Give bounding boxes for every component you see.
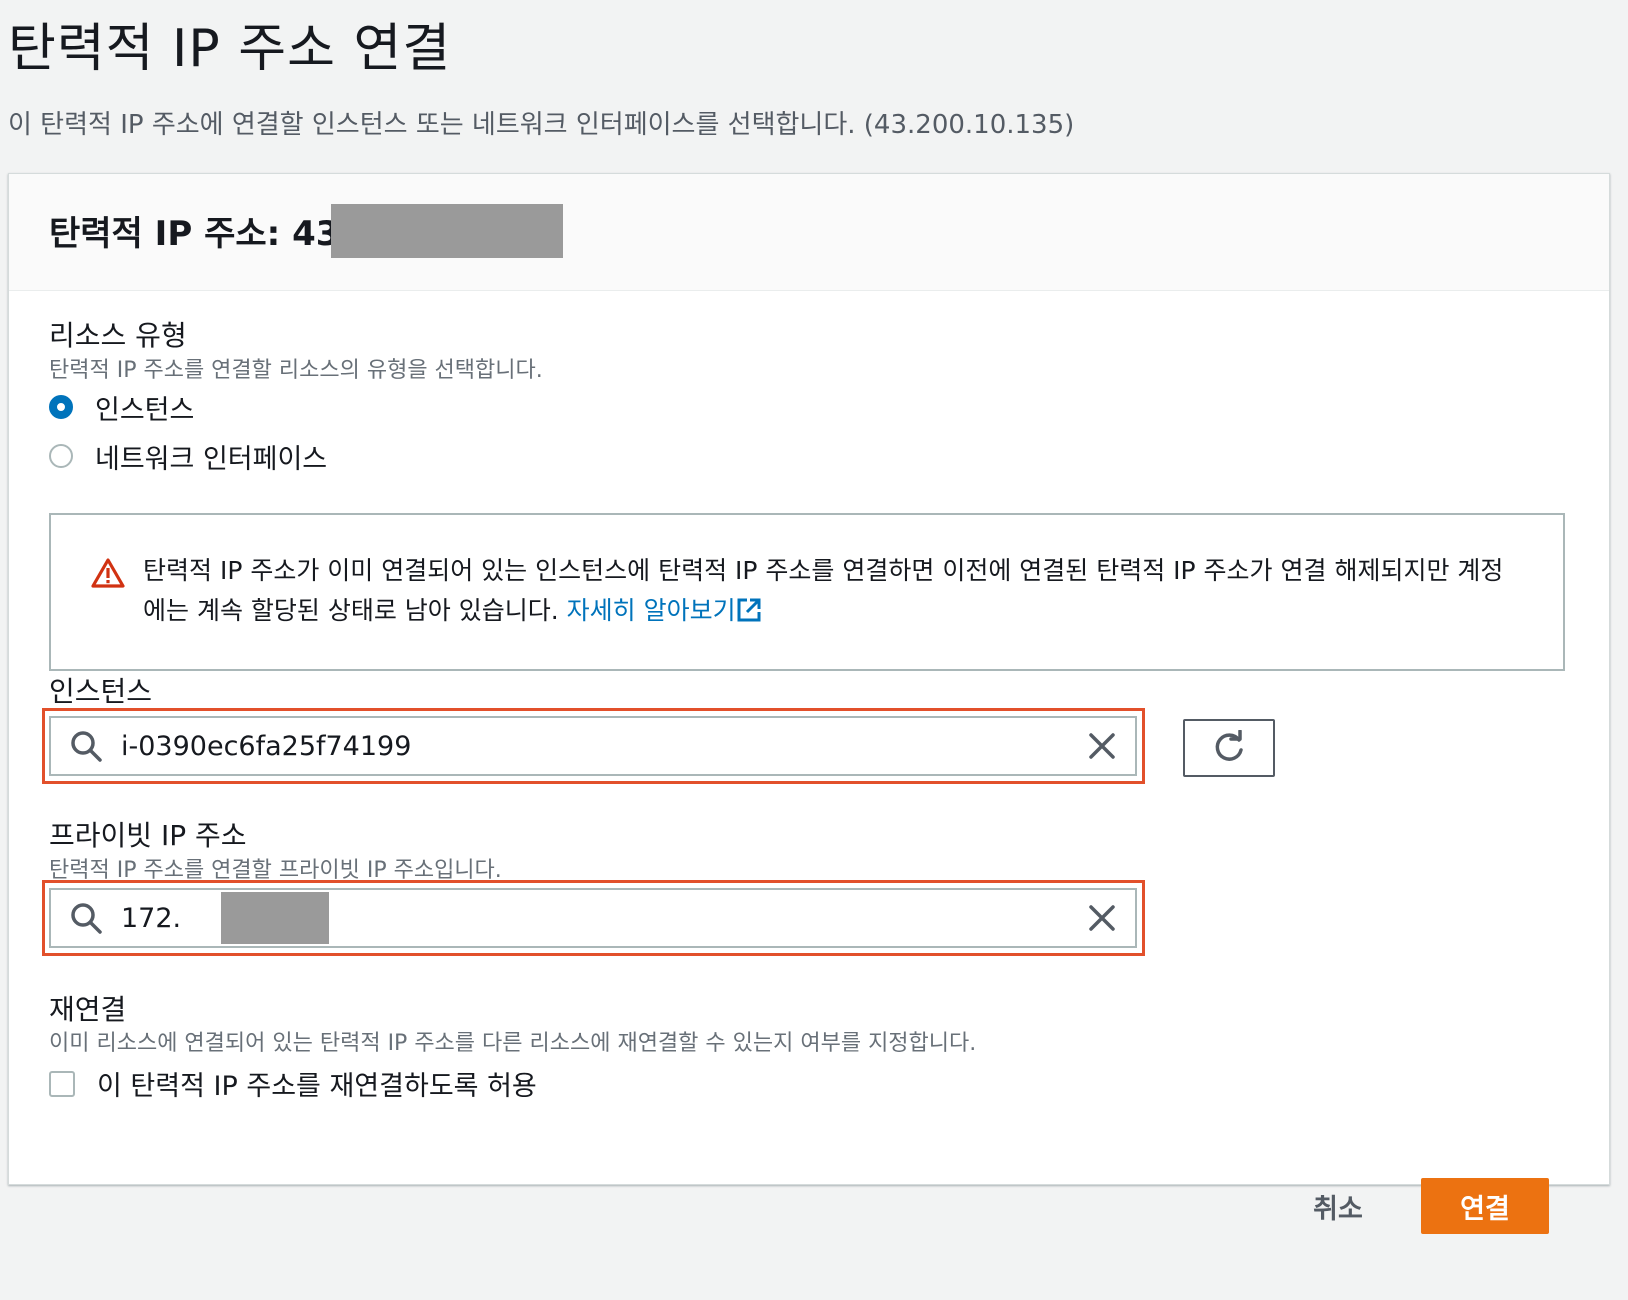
page-title: 탄력적 IP 주소 연결 [8, 19, 452, 79]
redacted-block [221, 892, 329, 944]
warning-alert: 탄력적 IP 주소가 이미 연결되어 있는 인스턴스에 탄력적 IP 주소를 연… [49, 513, 1565, 671]
alert-text: 탄력적 IP 주소가 이미 연결되어 있는 인스턴스에 탄력적 IP 주소를 연… [143, 556, 1504, 625]
instance-search-input[interactable] [119, 729, 1087, 763]
radio-label: 인스턴스 [95, 394, 195, 426]
instance-label: 인스턴스 [49, 675, 153, 708]
refresh-icon [1215, 730, 1243, 761]
reassociation-label: 재연결 [49, 993, 127, 1026]
warning-icon [91, 558, 125, 588]
resource-type-label: 리소스 유형 [49, 319, 187, 352]
search-icon [71, 903, 102, 934]
private-ip-label: 프라이빗 IP 주소 [49, 819, 247, 852]
private-ip-search-field[interactable] [49, 888, 1137, 948]
radio-label: 네트워크 인터페이스 [95, 443, 328, 475]
alert-message: 탄력적 IP 주소가 이미 연결되어 있는 인스턴스에 탄력적 IP 주소를 연… [143, 551, 1523, 631]
search-icon [71, 731, 102, 762]
associate-eip-panel: 탄력적 IP 주소: 43. 리소스 유형 탄력적 IP 주소를 연결할 리소스… [8, 173, 1610, 1185]
cancel-button[interactable]: 취소 [1292, 1178, 1384, 1234]
associate-button[interactable]: 연결 [1421, 1178, 1549, 1234]
reassociation-description: 이미 리소스에 연결되어 있는 탄력적 IP 주소를 다른 리소스에 재연결할 … [49, 1031, 977, 1056]
page-description: 이 탄력적 IP 주소에 연결할 인스턴스 또는 네트워크 인터페이스를 선택합… [8, 110, 1075, 140]
checkbox-label: 이 탄력적 IP 주소를 재연결하도록 허용 [97, 1071, 537, 1102]
radio-button-checked[interactable] [49, 395, 73, 419]
clear-icon[interactable] [1087, 903, 1117, 933]
panel-title: 탄력적 IP 주소: 43. [49, 214, 353, 254]
radio-option-instance[interactable]: 인스턴스 [49, 387, 194, 427]
learn-more-link[interactable]: 자세히 알아보기 [567, 596, 762, 625]
panel-header: 탄력적 IP 주소: 43. [9, 174, 1609, 291]
external-link-icon [737, 598, 761, 622]
allow-reassociation-checkbox[interactable] [49, 1070, 75, 1097]
redacted-block [331, 204, 563, 258]
radio-option-network-interface[interactable]: 네트워크 인터페이스 [49, 436, 327, 476]
instance-search-field[interactable] [49, 716, 1137, 776]
resource-type-description: 탄력적 IP 주소를 연결할 리소스의 유형을 선택합니다. [49, 358, 543, 383]
allow-reassociation-option[interactable]: 이 탄력적 IP 주소를 재연결하도록 허용 [49, 1064, 537, 1103]
clear-icon[interactable] [1087, 731, 1117, 761]
radio-button[interactable] [49, 444, 73, 468]
refresh-button[interactable] [1183, 719, 1275, 777]
